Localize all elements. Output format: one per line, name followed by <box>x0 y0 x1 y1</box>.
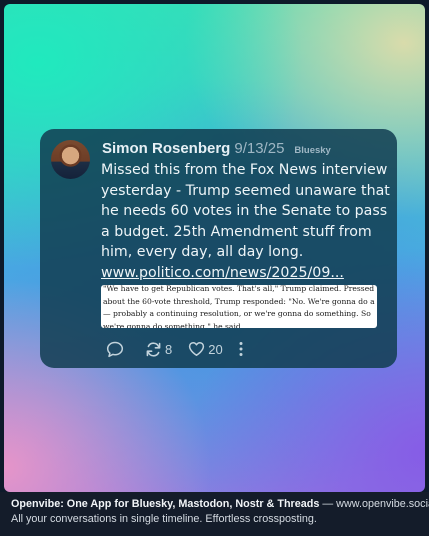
post-link[interactable]: www.politico.com/news/2025/09... <box>101 265 344 281</box>
footer-brand: Openvibe: One App for Bluesky, Mastodon,… <box>11 498 320 510</box>
post-header: Simon Rosenberg 9/13/25 Bluesky <box>102 140 331 160</box>
network-label: Bluesky <box>294 145 331 156</box>
author-avatar[interactable] <box>51 140 90 179</box>
post-actions: 8 20 <box>106 339 244 359</box>
footer-tagline: All your conversations in single timelin… <box>11 513 317 525</box>
like-button[interactable]: 20 <box>188 341 223 357</box>
promo-footer: Openvibe: One App for Bluesky, Mastodon,… <box>0 492 429 536</box>
post-date: 9/13/25 <box>234 140 285 157</box>
share-image-frame: Simon Rosenberg 9/13/25 Bluesky Missed t… <box>0 0 429 536</box>
reply-button[interactable] <box>106 341 124 358</box>
footer-separator: — <box>319 498 337 510</box>
post-card[interactable]: Simon Rosenberg 9/13/25 Bluesky Missed t… <box>40 129 397 368</box>
author-name[interactable]: Simon Rosenberg <box>102 140 230 157</box>
repost-arrows-icon <box>146 341 161 357</box>
footer-line-1: Openvibe: One App for Bluesky, Mastodon,… <box>11 497 429 512</box>
heart-icon <box>189 341 205 356</box>
repost-button[interactable]: 8 <box>145 341 172 358</box>
more-options-button[interactable] <box>238 341 244 357</box>
gradient-background: Simon Rosenberg 9/13/25 Bluesky Missed t… <box>4 4 425 492</box>
post-text: Missed this from the Fox News interview … <box>101 162 390 261</box>
vertical-dots-icon <box>239 342 243 356</box>
post-body: Missed this from the Fox News interview … <box>101 160 393 284</box>
speech-bubble-icon <box>106 341 124 357</box>
repost-count: 8 <box>165 341 173 357</box>
footer-url[interactable]: www.openvibe.social <box>336 498 429 510</box>
like-count: 20 <box>208 341 223 357</box>
link-preview-text: "We have to get Republican votes. That's… <box>103 285 375 328</box>
link-preview-image[interactable]: "We have to get Republican votes. That's… <box>101 285 377 328</box>
